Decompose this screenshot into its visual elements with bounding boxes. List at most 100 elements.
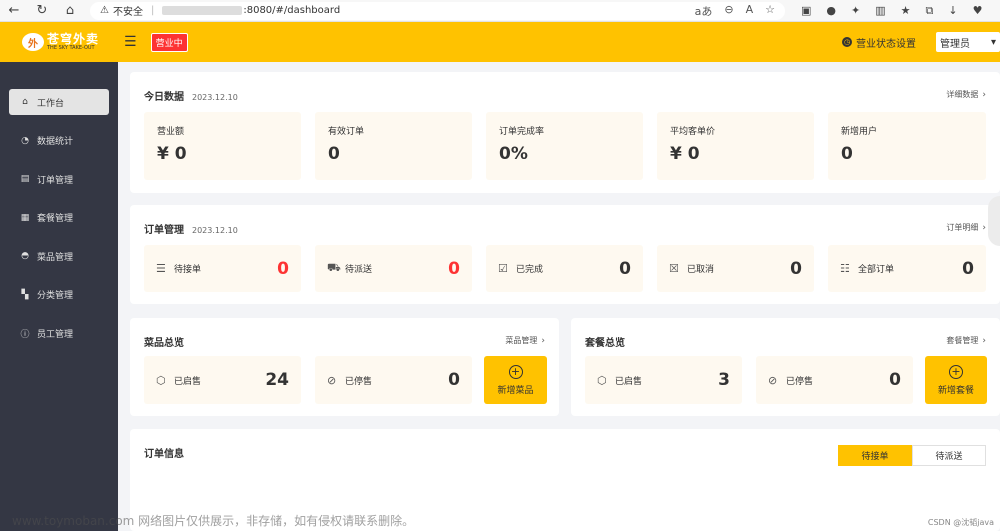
tag-off-icon: ⊘ [327,373,337,387]
chevron-right-icon: › [982,90,986,100]
dish-management-link[interactable]: 菜品管理 › [505,335,545,346]
stat-label: 营业额 [157,127,185,137]
download-icon[interactable]: ↓ [948,4,957,18]
stat-revenue: 营业额 ¥ 0 [144,112,301,180]
info-icon: ⓘ [20,329,30,340]
clock-icon: ◷ [842,37,852,47]
order-count: 0 [277,258,289,279]
home-icon[interactable]: ⌂ [56,3,84,18]
order-cancelled[interactable]: ☒ 已取消 0 [657,245,814,292]
card-date: 2023.12.10 [192,93,238,102]
logo-title: 苍穹外卖 [47,32,100,46]
stat-completion-rate: 订单完成率 0% [486,112,643,180]
sidebar-item-orders[interactable]: ▤ 订单管理 [9,166,109,192]
dish-on-label: 已启售 [174,376,202,387]
app-header: 外 苍穹外卖 THE SKY TAKE-OUT ☰ 营业中 ◷ 营业状态设置 管… [0,22,1000,62]
reload-icon[interactable]: ↻ [28,3,56,18]
tag-icon: ⬡ [156,373,166,387]
chart-icon: ◔ [21,135,29,146]
url-text[interactable]: :8080/#/dashboard [243,5,340,16]
stat-value: 0 [841,144,853,164]
chevron-right-icon: › [541,336,545,346]
font-icon[interactable]: A [746,3,754,19]
add-dish-label: 新增菜品 [497,385,534,396]
plus-circle-icon: + [949,364,963,379]
caret-down-icon: ▾ [990,36,996,48]
browser-toolbar: ← ↻ ⌂ ⚠ 不安全 | :8080/#/dashboard aあ ⊖ A ☆… [0,0,1000,22]
stat-label: 有效订单 [328,127,365,137]
order-to-deliver[interactable]: ⛟ 待派送 0 [315,245,472,292]
copilot-icon[interactable]: ♥ [973,4,983,18]
puzzle-icon[interactable]: ✦ [851,4,860,18]
stat-value: 0 [328,144,340,164]
tab-to-deliver[interactable]: 待派送 [912,445,986,466]
tag-icon: ⬡ [597,373,607,387]
blurred-host [162,6,243,15]
stat-value: ¥ 0 [670,144,700,164]
favorites-bar-icon[interactable]: ★ [901,4,911,18]
read-aloud-icon[interactable]: aあ [695,3,713,19]
csdn-credit: CSDN @沈韬java [927,518,994,527]
tab-pending[interactable]: 待接单 [838,445,912,466]
dish-off-sale[interactable]: ⊘ 已停售 0 [315,356,472,404]
business-status-settings-button[interactable]: ◷ 营业状态设置 [842,35,916,50]
logo: 外 苍穹外卖 THE SKY TAKE-OUT [22,33,99,51]
dish-on-sale[interactable]: ⬡ 已启售 24 [144,356,301,404]
sidebar-item-statistics[interactable]: ◔ 数据统计 [9,128,109,154]
pending-icon: ☰ [156,262,166,275]
setmeal-off-count: 0 [889,370,901,390]
sidebar-item-dishes[interactable]: ◓ 菜品管理 [9,243,109,269]
grid-icon: ▚ [21,289,29,300]
sidebar-item-label: 员工管理 [37,329,74,340]
add-dish-button[interactable]: + 新增菜品 [484,356,547,404]
order-all[interactable]: ☷ 全部订单 0 [828,245,986,292]
card-title: 菜品总览 [144,338,184,349]
order-pending[interactable]: ☰ 待接单 0 [144,245,301,292]
user-menu-button[interactable]: 管理员 ▾ [936,32,1000,52]
setmeal-on-count: 3 [718,370,730,390]
order-detail-link[interactable]: 订单明细 › [946,222,986,233]
gift-icon: ▦ [20,212,30,223]
sidebar-item-label: 分类管理 [37,291,74,301]
sidebar-item-dashboard[interactable]: ⌂ 工作台 [9,89,109,115]
card-title: 订单信息 [144,449,184,460]
sidebar-item-label: 工作台 [37,98,65,109]
tag-off-icon: ⊘ [768,373,778,387]
insecure-label[interactable]: 不安全 [113,3,143,18]
home-icon: ⌂ [22,97,28,107]
sidebar: ⌂ 工作台 ◔ 数据统计 ▤ 订单管理 ▦ 套餐管理 ◓ 菜品管理 ▚ 分类管理… [0,62,118,531]
order-completed[interactable]: ☑ 已完成 0 [486,245,643,292]
back-icon[interactable]: ← [0,3,28,18]
logo-subtitle: THE SKY TAKE-OUT [47,45,95,51]
stat-label: 订单完成率 [499,127,545,137]
sidebar-item-label: 数据统计 [37,137,74,147]
setmeal-off-sale[interactable]: ⊘ 已停售 0 [756,356,913,404]
address-bar[interactable]: ⚠ 不安全 | :8080/#/dashboard aあ ⊖ A ☆ [90,1,785,20]
color-extension-icon[interactable]: ● [826,4,836,18]
favorite-icon[interactable]: ☆ [765,3,775,19]
watermark-text: www.toymoban.com 网络图片仅供展示，非存储，如有侵权请联系删除。 [12,514,415,528]
setmeal-on-sale[interactable]: ⬡ 已启售 3 [585,356,742,404]
sidebar-item-setmeals[interactable]: ▦ 套餐管理 [9,205,109,231]
warning-icon[interactable]: ⚠ [100,5,109,16]
order-count: 0 [790,258,802,279]
floating-scroll-handle[interactable] [988,196,1000,246]
extension-icon[interactable]: ▣ [801,4,811,18]
add-setmeal-button[interactable]: + 新增套餐 [925,356,987,404]
card-date: 2023.12.10 [192,226,238,235]
order-count: 0 [448,258,460,279]
sidebar-item-employees[interactable]: ⓘ 员工管理 [9,320,109,346]
sidebar-item-categories[interactable]: ▚ 分类管理 [9,282,109,308]
collections-icon[interactable]: ⧉ [926,4,934,18]
stat-value: 0% [499,144,528,164]
menu-toggle-icon[interactable]: ☰ [124,34,137,50]
chevron-right-icon: › [982,223,986,233]
zoom-icon[interactable]: ⊖ [724,3,733,19]
setmeal-overview-card: 套餐总览 套餐管理 › ⬡ 已启售 3 ⊘ 已停售 0 + 新增套餐 [571,318,1000,416]
card-title: 套餐总览 [585,338,625,349]
setmeal-on-label: 已启售 [615,376,643,387]
setmeal-management-link[interactable]: 套餐管理 › [946,335,986,346]
order-count: 0 [619,258,631,279]
detail-data-link[interactable]: 详细数据 › [946,89,986,100]
split-screen-icon[interactable]: ▥ [875,4,885,18]
